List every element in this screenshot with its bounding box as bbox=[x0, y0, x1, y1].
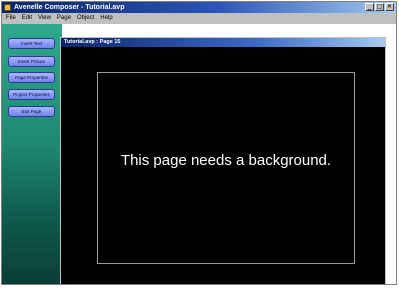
sidebar: Insert Text Insert Picture Page Properti… bbox=[2, 24, 62, 284]
project-properties-button[interactable]: Project Properties bbox=[8, 89, 55, 100]
page-canvas[interactable]: This page needs a background. bbox=[97, 72, 355, 264]
menu-edit[interactable]: Edit bbox=[22, 13, 32, 23]
menu-bar: File Edit View Page Object Help bbox=[2, 13, 396, 23]
app-titlebar[interactable]: Avenelle Composer - Tutorial.avp _ □ ✕ bbox=[2, 2, 396, 13]
menu-view[interactable]: View bbox=[38, 13, 51, 23]
menu-object[interactable]: Object bbox=[77, 13, 94, 23]
app-icon bbox=[4, 4, 11, 11]
app-title: Avenelle Composer - Tutorial.avp bbox=[14, 4, 125, 11]
minimize-button[interactable]: _ bbox=[365, 3, 374, 11]
document-titlebar[interactable]: Tutorial.avp : Page 15 bbox=[61, 38, 385, 47]
insert-picture-button[interactable]: Insert Picture bbox=[8, 56, 55, 67]
exit-page-button[interactable]: Exit Page bbox=[8, 106, 55, 117]
app-window: Avenelle Composer - Tutorial.avp _ □ ✕ F… bbox=[1, 1, 397, 285]
page-properties-button[interactable]: Page Properties bbox=[8, 72, 55, 83]
menu-page[interactable]: Page bbox=[57, 13, 71, 23]
close-button[interactable]: ✕ bbox=[385, 3, 394, 11]
window-controls: _ □ ✕ bbox=[365, 3, 394, 11]
menu-file[interactable]: File bbox=[6, 13, 16, 23]
document-window: Tutorial.avp : Page 15 This page needs a… bbox=[60, 37, 386, 284]
menu-help[interactable]: Help bbox=[100, 13, 112, 23]
client-area: Insert Text Insert Picture Page Properti… bbox=[2, 24, 396, 284]
maximize-button[interactable]: □ bbox=[375, 3, 384, 11]
page-message: This page needs a background. bbox=[120, 152, 332, 169]
insert-text-button[interactable]: Insert Text bbox=[8, 38, 55, 49]
